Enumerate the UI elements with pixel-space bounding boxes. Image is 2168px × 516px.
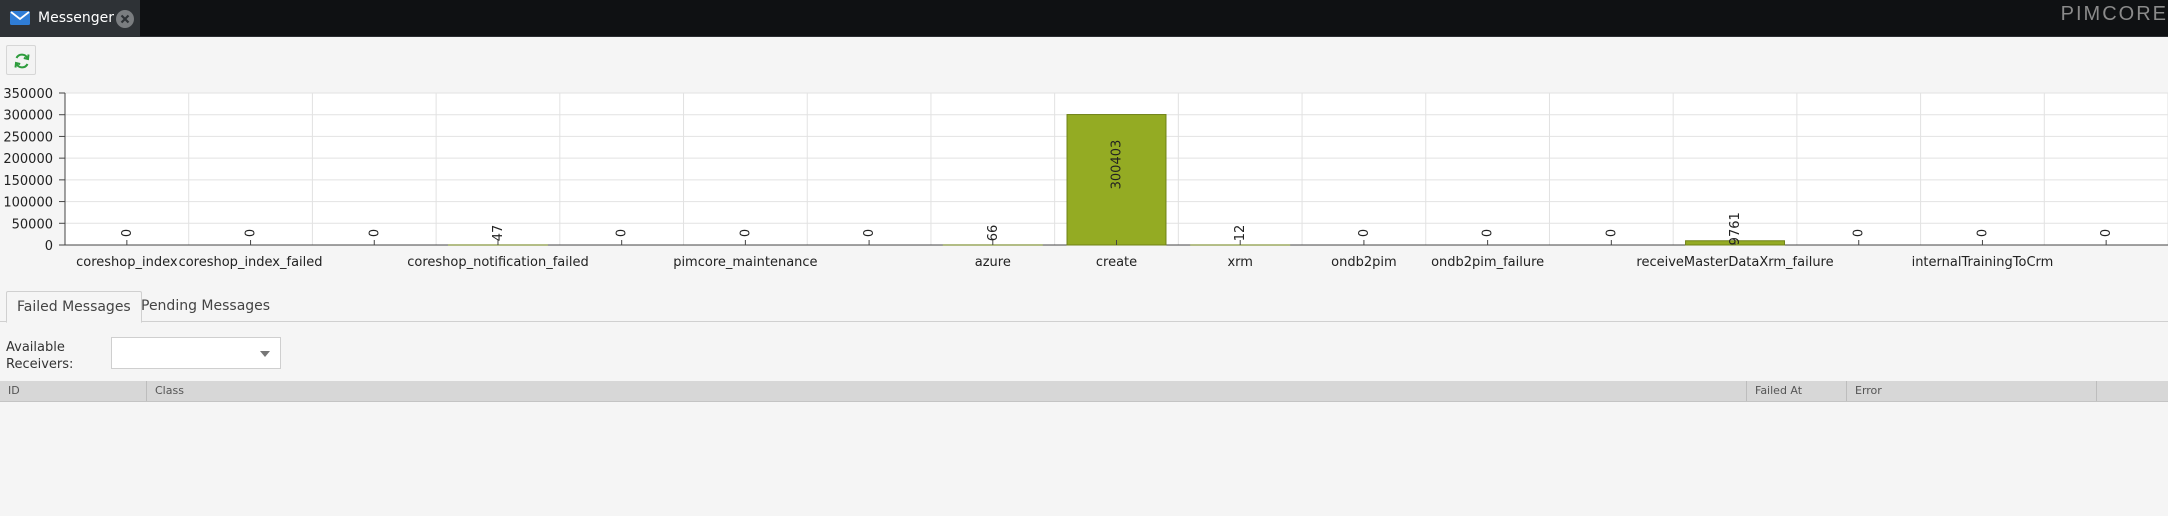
data-label: 0 bbox=[615, 229, 630, 237]
column-class[interactable]: Class bbox=[147, 381, 1747, 401]
toolbar bbox=[0, 38, 2168, 84]
x-tick-label: pimcore_maintenance bbox=[673, 255, 817, 270]
tab-label: Messenger bbox=[38, 10, 115, 26]
x-tick-label: create bbox=[1096, 255, 1137, 270]
y-tick-label: 300000 bbox=[3, 109, 53, 124]
available-receivers-label: Available Receivers: bbox=[6, 340, 74, 372]
panel-tabs: Failed Messages Pending Messages bbox=[0, 289, 2168, 323]
data-label: 0 bbox=[244, 229, 259, 237]
column-failed-at[interactable]: Failed At bbox=[1747, 381, 1847, 401]
data-label: 0 bbox=[862, 229, 877, 237]
y-tick-label: 350000 bbox=[3, 87, 53, 102]
refresh-button[interactable] bbox=[6, 45, 36, 75]
pimcore-logo: PIMCORE bbox=[2060, 3, 2168, 25]
x-tick-label: ondb2pim bbox=[1331, 255, 1397, 270]
tab-failed-messages[interactable]: Failed Messages bbox=[6, 291, 142, 323]
close-icon[interactable] bbox=[115, 9, 135, 29]
data-label: 0 bbox=[1481, 229, 1496, 237]
data-label: 66 bbox=[986, 225, 1001, 242]
column-id[interactable]: ID bbox=[0, 381, 147, 401]
data-label: 47 bbox=[491, 225, 506, 242]
receivers-select[interactable] bbox=[111, 337, 281, 369]
tab-messenger[interactable]: Messenger bbox=[0, 0, 140, 37]
y-tick-label: 50000 bbox=[12, 217, 53, 232]
column-error[interactable]: Error bbox=[1847, 381, 2097, 401]
data-label: 0 bbox=[1604, 229, 1619, 237]
x-tick-label: internalTrainingToCrm bbox=[1912, 255, 2054, 270]
x-tick-label: coreshop_index bbox=[76, 255, 178, 270]
x-tick-label: xrm bbox=[1227, 255, 1252, 270]
refresh-icon bbox=[14, 53, 30, 69]
x-tick-label: receiveMasterDataXrm_failure bbox=[1636, 255, 1833, 270]
x-tick-label: ondb2pim_failure bbox=[1431, 255, 1544, 270]
tab-pending-messages[interactable]: Pending Messages bbox=[131, 291, 280, 322]
data-label: 0 bbox=[738, 229, 753, 237]
data-label: 0 bbox=[1357, 229, 1372, 237]
data-label: 0 bbox=[367, 229, 382, 237]
y-tick-label: 150000 bbox=[3, 174, 53, 189]
bar-chart: 0 50000 100000 150000 200000 250000 300000 3500… bbox=[3, 87, 2168, 270]
data-label: 12 bbox=[1233, 225, 1248, 242]
data-label: 300403 bbox=[1110, 140, 1125, 190]
chevron-down-icon[interactable] bbox=[260, 351, 270, 357]
y-tick-label: 200000 bbox=[3, 152, 53, 167]
y-tick-label: 0 bbox=[45, 239, 53, 254]
messages-grid-header: ID Class Failed At Error bbox=[0, 381, 2168, 402]
x-tick-label: coreshop_notification_failed bbox=[407, 255, 589, 270]
data-label: 0 bbox=[120, 229, 135, 237]
x-tick-label: azure bbox=[975, 255, 1011, 270]
mail-icon bbox=[10, 11, 30, 25]
top-tab-bar: Messenger PIMCORE bbox=[0, 0, 2168, 37]
data-label: 0 bbox=[2099, 229, 2114, 237]
receivers-chart: 0 50000 100000 150000 200000 250000 300000 3500… bbox=[0, 84, 2168, 284]
y-tick-label: 100000 bbox=[3, 196, 53, 211]
y-tick-label: 250000 bbox=[3, 130, 53, 145]
data-label: 0 bbox=[1852, 229, 1867, 237]
data-label: 9761 bbox=[1728, 212, 1743, 245]
data-label: 0 bbox=[1975, 229, 1990, 237]
x-tick-label: coreshop_index_failed bbox=[179, 255, 323, 270]
